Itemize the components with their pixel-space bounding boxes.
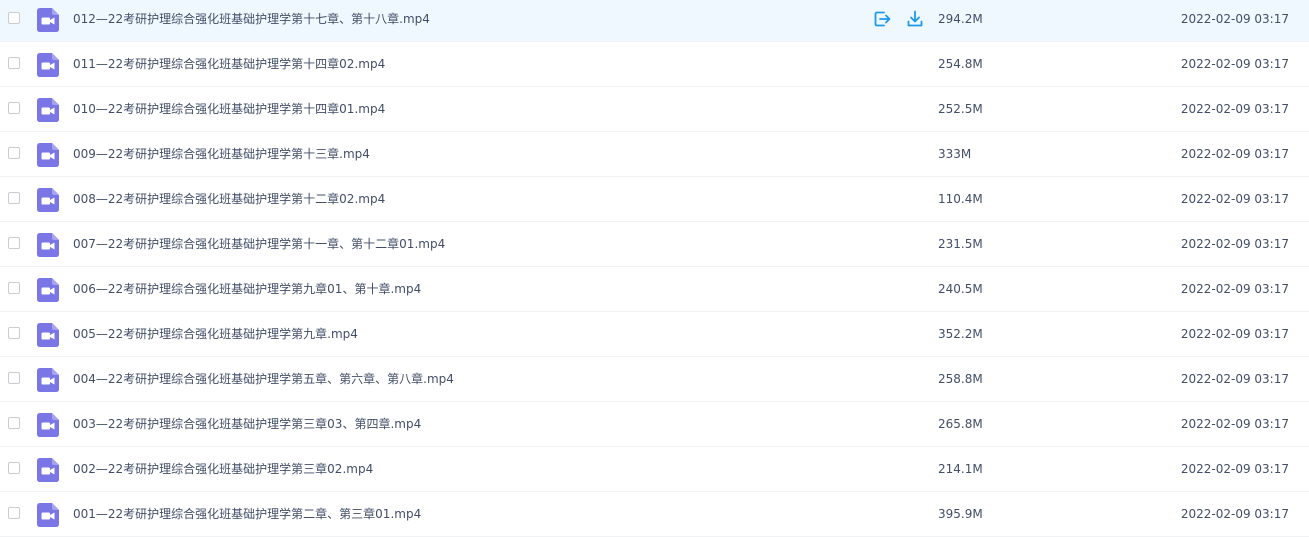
video-file-icon [37,368,59,392]
file-row[interactable]: 005—22考研护理综合强化班基础护理学第九章.mp4 352.2M 2022-… [0,312,1309,357]
file-name[interactable]: 004—22考研护理综合强化班基础护理学第五章、第六章、第八章.mp4 [73,357,454,401]
video-file-icon [37,53,59,77]
file-row[interactable]: 010—22考研护理综合强化班基础护理学第十四章01.mp4 252.5M 20… [0,87,1309,132]
video-file-icon [37,8,59,32]
file-size: 352.2M [938,327,983,341]
row-checkbox[interactable] [8,57,20,69]
file-name[interactable]: 006—22考研护理综合强化班基础护理学第九章01、第十章.mp4 [73,267,421,311]
download-icon[interactable] [905,9,925,29]
row-actions [872,9,925,29]
file-row[interactable]: 001—22考研护理综合强化班基础护理学第二章、第三章01.mp4 395.9M… [0,492,1309,537]
video-file-icon [37,503,59,527]
file-name[interactable]: 005—22考研护理综合强化班基础护理学第九章.mp4 [73,312,358,356]
row-checkbox[interactable] [8,327,20,339]
file-date: 2022-02-09 03:17 [1180,12,1289,26]
file-row[interactable]: 007—22考研护理综合强化班基础护理学第十一章、第十二章01.mp4 231.… [0,222,1309,267]
video-file-icon [37,413,59,437]
file-name[interactable]: 010—22考研护理综合强化班基础护理学第十四章01.mp4 [73,87,385,131]
file-size: 252.5M [938,102,983,116]
file-row[interactable]: 011—22考研护理综合强化班基础护理学第十四章02.mp4 254.8M 20… [0,42,1309,87]
row-checkbox[interactable] [8,372,20,384]
file-size: 240.5M [938,282,983,296]
video-file-icon [37,98,59,122]
file-size: 265.8M [938,417,983,431]
video-file-icon [37,143,59,167]
row-checkbox[interactable] [8,12,20,24]
file-size: 258.8M [938,372,983,386]
video-file-icon [37,458,59,482]
file-row[interactable]: 003—22考研护理综合强化班基础护理学第三章03、第四章.mp4 265.8M… [0,402,1309,447]
file-list: 012—22考研护理综合强化班基础护理学第十七章、第十八章.mp4 294.2M… [0,0,1309,537]
file-size: 214.1M [938,462,983,476]
file-size: 395.9M [938,507,983,521]
file-row[interactable]: 006—22考研护理综合强化班基础护理学第九章01、第十章.mp4 240.5M… [0,267,1309,312]
file-date: 2022-02-09 03:17 [1180,282,1289,296]
file-date: 2022-02-09 03:17 [1180,327,1289,341]
file-date: 2022-02-09 03:17 [1180,147,1289,161]
row-checkbox[interactable] [8,462,20,474]
file-row[interactable]: 008—22考研护理综合强化班基础护理学第十二章02.mp4 110.4M 20… [0,177,1309,222]
row-checkbox[interactable] [8,147,20,159]
video-file-icon [37,278,59,302]
file-row[interactable]: 012—22考研护理综合强化班基础护理学第十七章、第十八章.mp4 294.2M… [0,0,1309,42]
move-out-icon[interactable] [872,9,892,29]
file-name[interactable]: 009—22考研护理综合强化班基础护理学第十三章.mp4 [73,132,370,176]
row-checkbox[interactable] [8,282,20,294]
video-file-icon [37,233,59,257]
file-size: 254.8M [938,57,983,71]
file-row[interactable]: 004—22考研护理综合强化班基础护理学第五章、第六章、第八章.mp4 258.… [0,357,1309,402]
file-date: 2022-02-09 03:17 [1180,192,1289,206]
file-date: 2022-02-09 03:17 [1180,507,1289,521]
file-date: 2022-02-09 03:17 [1180,237,1289,251]
file-name[interactable]: 002—22考研护理综合强化班基础护理学第三章02.mp4 [73,447,373,491]
video-file-icon [37,188,59,212]
file-name[interactable]: 012—22考研护理综合强化班基础护理学第十七章、第十八章.mp4 [73,0,430,41]
file-date: 2022-02-09 03:17 [1180,372,1289,386]
row-checkbox[interactable] [8,507,20,519]
file-name[interactable]: 007—22考研护理综合强化班基础护理学第十一章、第十二章01.mp4 [73,222,445,266]
file-date: 2022-02-09 03:17 [1180,57,1289,71]
file-name[interactable]: 008—22考研护理综合强化班基础护理学第十二章02.mp4 [73,177,385,221]
row-checkbox[interactable] [8,102,20,114]
file-size: 294.2M [938,12,983,26]
file-name[interactable]: 003—22考研护理综合强化班基础护理学第三章03、第四章.mp4 [73,402,421,446]
file-size: 231.5M [938,237,983,251]
row-checkbox[interactable] [8,417,20,429]
file-size: 110.4M [938,192,983,206]
file-name[interactable]: 001—22考研护理综合强化班基础护理学第二章、第三章01.mp4 [73,492,421,536]
file-row[interactable]: 002—22考研护理综合强化班基础护理学第三章02.mp4 214.1M 202… [0,447,1309,492]
file-date: 2022-02-09 03:17 [1180,462,1289,476]
file-row[interactable]: 009—22考研护理综合强化班基础护理学第十三章.mp4 333M 2022-0… [0,132,1309,177]
file-size: 333M [938,147,972,161]
row-checkbox[interactable] [8,237,20,249]
video-file-icon [37,323,59,347]
file-date: 2022-02-09 03:17 [1180,102,1289,116]
file-date: 2022-02-09 03:17 [1180,417,1289,431]
file-name[interactable]: 011—22考研护理综合强化班基础护理学第十四章02.mp4 [73,42,385,86]
row-checkbox[interactable] [8,192,20,204]
